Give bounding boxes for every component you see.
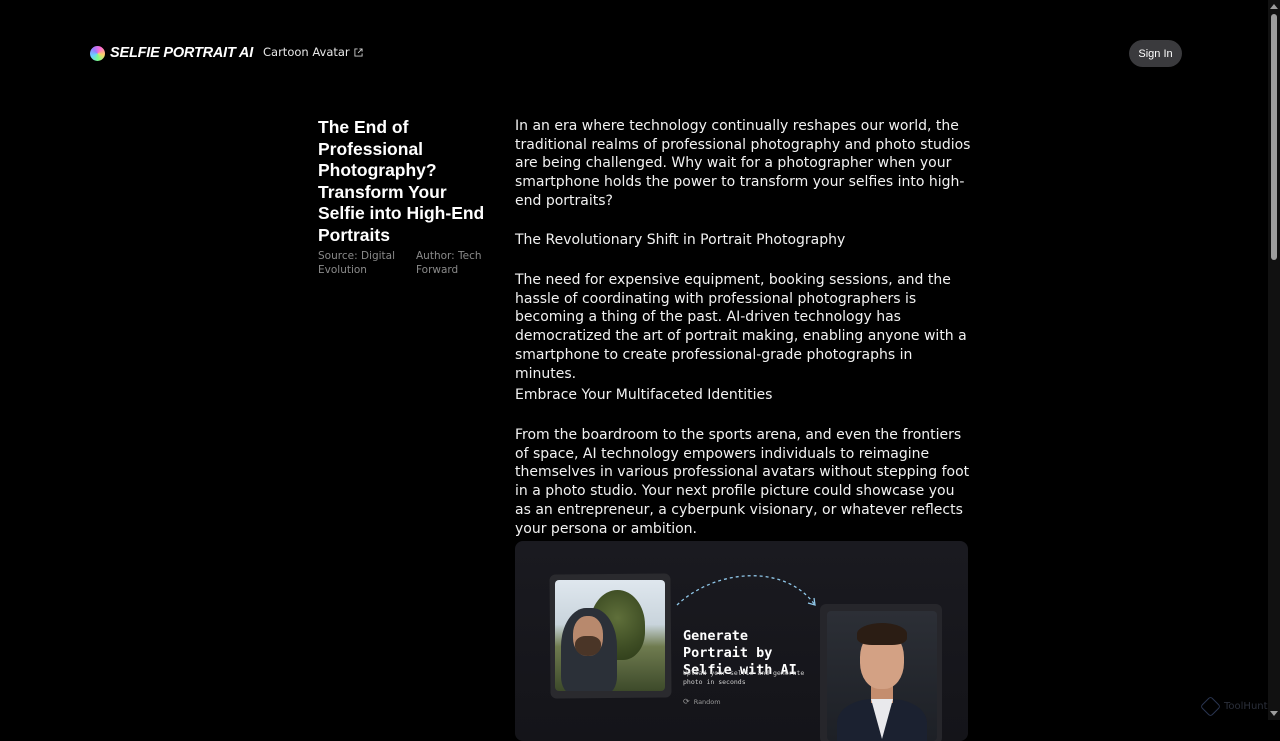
nav-link-cartoon-avatar[interactable]: Cartoon Avatar — [263, 45, 363, 59]
logo-text: SELFIE PORTRAIT AI — [110, 45, 254, 61]
watermark: ToolHunt — [1199, 695, 1268, 718]
vertical-scrollbar[interactable] — [1268, 0, 1280, 720]
portrait-photo — [827, 611, 937, 741]
nav-link-label: Cartoon Avatar — [263, 45, 350, 59]
selfie-photo — [555, 580, 665, 691]
section-heading-revolutionary-shift: The Revolutionary Shift in Portrait Phot… — [515, 232, 846, 248]
random-button: ⟳ Random — [683, 697, 721, 706]
paragraph-democratized: The need for expensive equipment, bookin… — [515, 272, 967, 382]
paragraph-avatars: From the boardroom to the sports arena, … — [515, 427, 970, 537]
scrollbar-thumb[interactable] — [1271, 14, 1277, 260]
logo-orb-icon — [90, 45, 105, 61]
external-link-icon — [354, 47, 363, 57]
random-label: Random — [693, 697, 721, 706]
watermark-text: ToolHunt — [1224, 701, 1268, 712]
promo-subtitle: Upload your selfie and generate photo in… — [683, 669, 805, 686]
sign-in-button[interactable]: Sign In — [1129, 40, 1182, 67]
article-source: Source: Digital Evolution — [318, 250, 395, 276]
scroll-up-arrow-icon[interactable] — [1270, 4, 1278, 9]
article-title: The End of Professional Photography? Tra… — [318, 117, 485, 245]
article-author: Author: Tech Forward — [416, 250, 482, 276]
promo-card-image: Generate Portrait by Selfie with AI Uplo… — [515, 541, 968, 741]
logo[interactable]: SELFIE PORTRAIT AI — [90, 45, 253, 61]
section-heading-multifaceted: Embrace Your Multifaceted Identities — [515, 387, 773, 403]
curved-arrow-icon — [676, 575, 816, 606]
watermark-icon — [1199, 695, 1222, 718]
refresh-icon: ⟳ — [683, 697, 690, 706]
intro-paragraph: In an era where technology continually r… — [515, 118, 971, 209]
scroll-down-arrow-icon[interactable] — [1270, 711, 1278, 716]
